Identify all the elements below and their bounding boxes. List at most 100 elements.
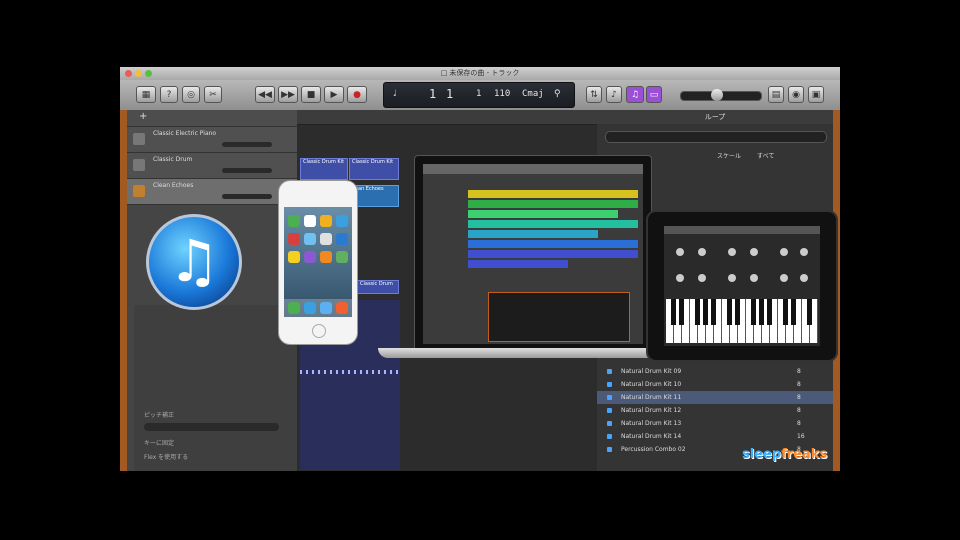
- track-row[interactable]: Classic Electric Piano: [127, 127, 297, 153]
- track-volume-slider[interactable]: [222, 142, 272, 147]
- count-in-icon: ⇅: [590, 90, 598, 100]
- loop-name: Natural Drum Kit 11: [621, 394, 682, 401]
- title-bar: □ 未保存の曲 - トラック: [120, 67, 840, 80]
- mini-region: [468, 230, 598, 238]
- waveform: [300, 370, 400, 374]
- app-icon: [304, 251, 316, 263]
- loop-search-input[interactable]: [605, 131, 827, 143]
- synth-knob: [750, 274, 758, 282]
- loop-row[interactable]: Natural Drum Kit 14 16: [597, 430, 833, 443]
- loop-type-icon: [607, 395, 612, 400]
- loop-type-icon: [607, 382, 612, 387]
- rewind-button[interactable]: ◀◀: [255, 86, 275, 103]
- lcd-display[interactable]: ♩ 1 1 1 110 Cmaj ⚲: [383, 82, 575, 108]
- ipad-toolbar: [664, 226, 820, 234]
- master-volume-slider[interactable]: [680, 89, 762, 101]
- audio-region[interactable]: Classic Drum: [357, 280, 399, 294]
- window-title: □ 未保存の曲 - トラック: [440, 69, 520, 77]
- track-volume-slider[interactable]: [222, 194, 272, 199]
- tuning-button[interactable]: ♫: [626, 86, 644, 103]
- black-key: [727, 299, 732, 325]
- loop-name: Natural Drum Kit 13: [621, 420, 682, 427]
- audio-region[interactable]: Classic Drum Kit: [300, 158, 348, 180]
- track-name: Clean Echoes: [153, 182, 194, 189]
- loop-browser-button[interactable]: ◉: [788, 86, 804, 103]
- track-row[interactable]: Clean Echoes: [127, 179, 297, 205]
- forward-button[interactable]: ▶▶: [278, 86, 298, 103]
- loop-row[interactable]: Natural Drum Kit 10 8: [597, 378, 833, 391]
- volume-knob[interactable]: [711, 89, 723, 101]
- smart-controls-icon: ◎: [187, 90, 195, 100]
- all-filter[interactable]: すべて: [757, 151, 774, 160]
- track-name: Classic Electric Piano: [153, 130, 217, 137]
- loop-name: Natural Drum Kit 10: [621, 381, 682, 388]
- loop-type-icon: [607, 408, 612, 413]
- loop-beats: 16: [797, 433, 805, 440]
- loop-name: Natural Drum Kit 12: [621, 407, 682, 414]
- home-button-icon: [312, 324, 326, 338]
- loop-name: Natural Drum Kit 14: [621, 433, 682, 440]
- black-key: [711, 299, 716, 325]
- track-row[interactable]: Classic Drum: [127, 153, 297, 179]
- help-button[interactable]: ?: [160, 86, 178, 103]
- count-in-button[interactable]: ⇅: [586, 86, 602, 103]
- audio-region[interactable]: Classic Drum Kit: [349, 158, 399, 180]
- black-key: [695, 299, 700, 325]
- black-key: [807, 299, 812, 325]
- synth-knob: [698, 274, 706, 282]
- app-icon: [288, 233, 300, 245]
- safari-app-icon: [320, 302, 332, 314]
- stop-button[interactable]: ■: [301, 86, 321, 103]
- limit-to-key-checkbox[interactable]: キーに固定: [144, 438, 174, 447]
- loop-row[interactable]: Natural Drum Kit 11 8: [597, 391, 833, 404]
- toolbar: ▦ ? ◎ ✂ ◀◀ ▶▶ ■ ▶ ● ♩ 1 1 1 110 Cmaj ⚲ ⇅…: [120, 80, 840, 111]
- window-edge-left: [120, 110, 127, 471]
- loop-row[interactable]: Natural Drum Kit 09 8: [597, 365, 833, 378]
- loop-beats: 8: [797, 420, 801, 427]
- notepad-button[interactable]: ▤: [768, 86, 784, 103]
- black-key: [703, 299, 708, 325]
- media-browser-button[interactable]: ▣: [808, 86, 824, 103]
- enable-flex-checkbox[interactable]: Flex を使用する: [144, 452, 188, 461]
- loop-browser-title: ループ: [597, 110, 833, 124]
- loop-name: Natural Drum Kit 09: [621, 368, 682, 375]
- track-volume-slider[interactable]: [222, 168, 272, 173]
- synth-knob: [780, 274, 788, 282]
- app-icon: [288, 215, 300, 227]
- lcd-tempo: 110: [494, 89, 511, 99]
- library-button[interactable]: ▦: [136, 86, 156, 103]
- scale-selector[interactable]: スケール: [717, 151, 741, 160]
- black-key: [671, 299, 676, 325]
- mini-region: [468, 240, 638, 248]
- forward-icon: ▶▶: [281, 90, 295, 100]
- loop-row[interactable]: Natural Drum Kit 13 8: [597, 417, 833, 430]
- add-track-icon[interactable]: +: [139, 111, 147, 122]
- keyboard-icon: [133, 133, 145, 145]
- iphone-image: [278, 180, 358, 345]
- loop-beats: 8: [797, 407, 801, 414]
- app-icon: [304, 233, 316, 245]
- tuner-icon: ⚲: [554, 89, 561, 99]
- timeline-ruler[interactable]: [297, 110, 597, 125]
- sleepfreaks-logo: sleepfreaks: [742, 447, 827, 462]
- synth-knob: [676, 248, 684, 256]
- loop-row[interactable]: Natural Drum Kit 12 8: [597, 404, 833, 417]
- app-icon: [320, 215, 332, 227]
- mini-region: [468, 250, 638, 258]
- iphone-screen: [284, 207, 352, 317]
- play-button[interactable]: ▶: [324, 86, 344, 103]
- app-icon: [320, 233, 332, 245]
- pitch-correction-slider[interactable]: [144, 423, 279, 431]
- mini-toolbar: [423, 164, 643, 174]
- synth-knob: [676, 274, 684, 282]
- smart-controls-button[interactable]: ◎: [182, 86, 200, 103]
- cycle-button[interactable]: ▭: [646, 86, 662, 103]
- black-key: [791, 299, 796, 325]
- ipad-image: [646, 210, 838, 362]
- editors-button[interactable]: ✂: [204, 86, 222, 103]
- logo-part2: freaks: [781, 447, 828, 462]
- app-icon: [336, 251, 348, 263]
- metronome-button[interactable]: ♪: [606, 86, 622, 103]
- synth-knob: [698, 248, 706, 256]
- record-button[interactable]: ●: [347, 86, 367, 103]
